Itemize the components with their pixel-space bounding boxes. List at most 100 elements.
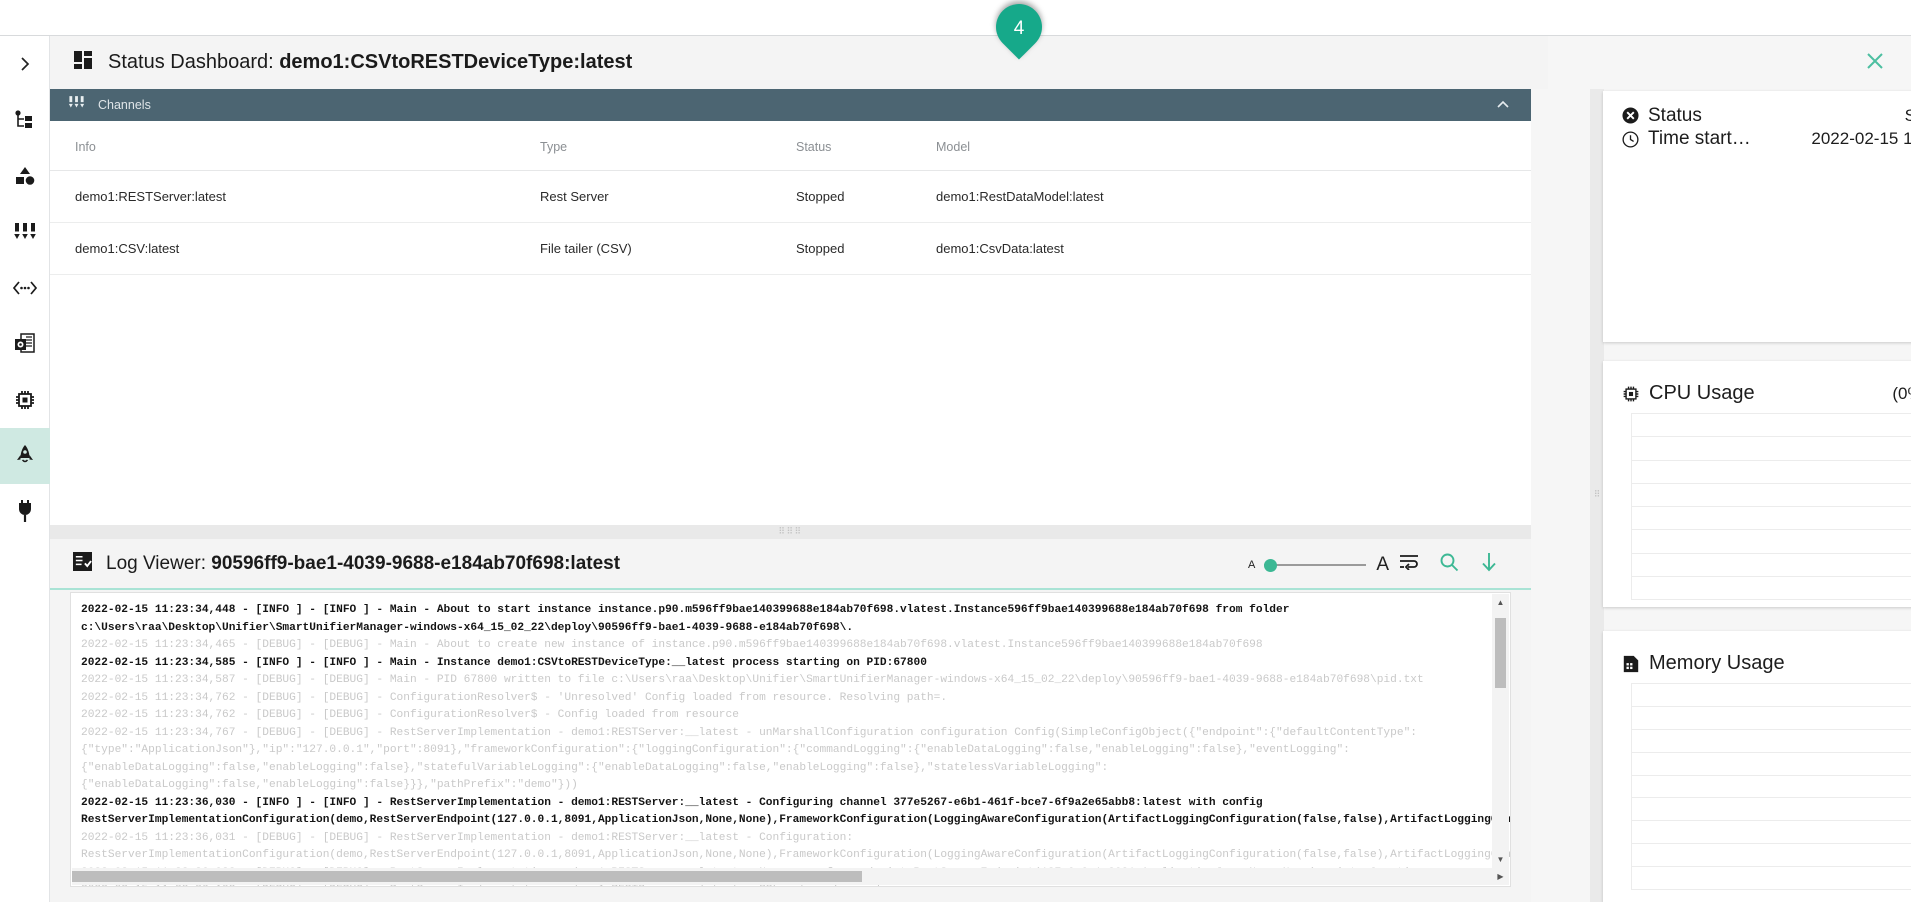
error-circle-icon: [1622, 107, 1648, 124]
log-horizontal-scrollbar[interactable]: [72, 868, 1492, 885]
chart-gridline: [1631, 553, 1911, 554]
sidebar-item-agents[interactable]: [0, 372, 50, 428]
chart-gridline: [1631, 460, 1911, 461]
log-list-icon: [73, 552, 92, 576]
log-line: 2022-02-15 11:23:34,448 - [INFO ] - [INF…: [81, 602, 1484, 620]
cell-status: Stopped: [796, 223, 936, 275]
chart-gridline: [1631, 413, 1911, 414]
time-started-row: Time start… 2022-02-15 11:45:28: [1603, 123, 1911, 155]
column-header-model: Model: [936, 121, 1531, 171]
app-root: 4: [0, 0, 1911, 902]
chart-gridline: [1631, 599, 1911, 600]
scroll-right-arrow-icon[interactable]: ▶: [1492, 868, 1509, 885]
collapse-channels-button[interactable]: [1495, 97, 1511, 113]
search-icon: [1439, 552, 1459, 577]
log-line: RestServerImplementationConfiguration(de…: [81, 847, 1484, 865]
side-resize-handle[interactable]: ⠿: [1590, 89, 1604, 902]
word-wrap-button[interactable]: [1389, 545, 1429, 585]
log-line: 2022-02-15 11:23:36,031 - [DEBUG] - [DEB…: [81, 830, 1484, 848]
chart-gridline: [1631, 506, 1911, 507]
column-header-info: Info: [50, 121, 540, 171]
code-arrows-icon: [13, 281, 37, 295]
status-row: Status Stopped: [1603, 91, 1911, 123]
sidebar-item-topology[interactable]: [0, 92, 50, 148]
top-strip: [0, 0, 1911, 36]
slider-thumb[interactable]: [1264, 559, 1277, 572]
horizontal-scrollbar-thumb[interactable]: [72, 871, 862, 882]
chart-gridline: [1631, 866, 1911, 867]
table-row[interactable]: demo1:RESTServer:latest Rest Server Stop…: [50, 171, 1531, 223]
sidebar-item-channels[interactable]: [0, 204, 50, 260]
shapes-icon: [14, 166, 36, 186]
page-title-value: demo1:CSVtoRESTDeviceType:latest: [279, 51, 632, 73]
cpu-usage-header: CPU Usage (0% / 0%): [1603, 361, 1911, 409]
grip-dots-icon: ⠿: [1594, 492, 1601, 499]
sidebar-item-transformation[interactable]: [0, 260, 50, 316]
chart-gridline: [1631, 820, 1911, 821]
chart-gridline: [1631, 797, 1911, 798]
chip-icon: [1622, 385, 1649, 403]
chart-gridline: [1631, 752, 1911, 753]
search-button[interactable]: [1429, 545, 1469, 585]
chart-gridline: [1631, 483, 1911, 484]
memory-icon: [1622, 655, 1649, 673]
log-output-area[interactable]: 2022-02-15 11:23:34,448 - [INFO ] - [INF…: [70, 592, 1511, 887]
log-line: {"enableDataLogging":false,"enableLoggin…: [81, 760, 1484, 778]
cell-status: Stopped: [796, 171, 936, 223]
page-title: Status Dashboard: demo1:CSVtoRESTDeviceT…: [108, 51, 632, 74]
time-started-value: 2022-02-15 11:45:28: [1811, 129, 1911, 149]
vertical-scrollbar-thumb[interactable]: [1495, 618, 1506, 688]
time-started-label: Time start…: [1648, 128, 1751, 150]
cell-type: Rest Server: [540, 171, 796, 223]
chart-axis-line: [1631, 683, 1632, 889]
scroll-to-bottom-icon: [1480, 552, 1498, 577]
panel-resize-handle[interactable]: ⠿⠿⠿: [50, 525, 1531, 539]
chevron-right-icon: [17, 56, 33, 72]
tree-icon: [14, 109, 36, 131]
cell-model: demo1:CsvData:latest: [936, 223, 1531, 275]
step-marker: 4: [996, 4, 1052, 74]
scroll-down-arrow-icon[interactable]: ▼: [1492, 851, 1509, 868]
scroll-up-arrow-icon[interactable]: ▲: [1492, 594, 1509, 611]
dashboard-grid-icon: [74, 51, 94, 74]
log-line: c:\Users\raa\Desktop\Unifier\SmartUnifie…: [81, 620, 1484, 638]
rocket-icon: [15, 444, 35, 468]
sidebar-item-expand[interactable]: [0, 36, 50, 92]
chart-gridline: [1631, 843, 1911, 844]
cell-info: demo1:CSV:latest: [50, 223, 540, 275]
status-panel: Status Stopped Time start… 2022-02-15 11…: [1603, 91, 1911, 342]
font-size-large-label: A: [1376, 554, 1389, 576]
memory-usage-panel: Memory Usage (0%): [1603, 631, 1911, 902]
cell-type: File tailer (CSV): [540, 223, 796, 275]
scroll-to-bottom-button[interactable]: [1469, 545, 1509, 585]
chip-icon: [14, 389, 36, 411]
log-vertical-scrollbar[interactable]: ▲ ▼: [1492, 594, 1509, 868]
sidebar-item-device-types[interactable]: [0, 148, 50, 204]
chart-gridline: [1631, 889, 1911, 890]
log-line: 2022-02-15 11:23:34,767 - [DEBUG] - [DEB…: [81, 725, 1484, 743]
grip-dots-icon: ⠿⠿⠿: [778, 529, 802, 536]
plug-icon: [16, 500, 34, 524]
memory-usage-header: Memory Usage (0%): [1603, 631, 1911, 679]
chart-gridline: [1631, 775, 1911, 776]
log-line: 2022-02-15 11:23:34,585 - [INFO ] - [INF…: [81, 655, 1484, 673]
word-wrap-icon: [1399, 554, 1419, 575]
log-title-value: 90596ff9-bae1-4039-9688-e184ab70f698:lat…: [211, 553, 620, 574]
close-button[interactable]: [1862, 50, 1888, 76]
column-header-status: Status: [796, 121, 936, 171]
log-lines: 2022-02-15 11:23:34,448 - [INFO ] - [INF…: [81, 602, 1484, 887]
sidebar-item-plug[interactable]: [0, 484, 50, 540]
status-dashboard: Status Dashboard: demo1:CSVtoRESTDeviceT…: [50, 36, 1911, 902]
sliders-icon: [13, 222, 37, 242]
font-size-slider[interactable]: [1264, 556, 1366, 574]
chart-gridline: [1631, 706, 1911, 707]
log-line: 2022-02-15 11:23:36,030 - [INFO ] - [INF…: [81, 795, 1484, 813]
documents-icon: [14, 333, 36, 355]
cpu-usage-panel: CPU Usage (0% / 0%): [1603, 361, 1911, 607]
memory-usage-chart: [1631, 683, 1911, 889]
sidebar-item-documents[interactable]: [0, 316, 50, 372]
table-row[interactable]: demo1:CSV:latest File tailer (CSV) Stopp…: [50, 223, 1531, 275]
step-marker-label: 4: [996, 6, 1042, 52]
sidebar-item-deployment[interactable]: [0, 428, 50, 484]
cpu-usage-value: (0% / 0%): [1892, 384, 1911, 404]
